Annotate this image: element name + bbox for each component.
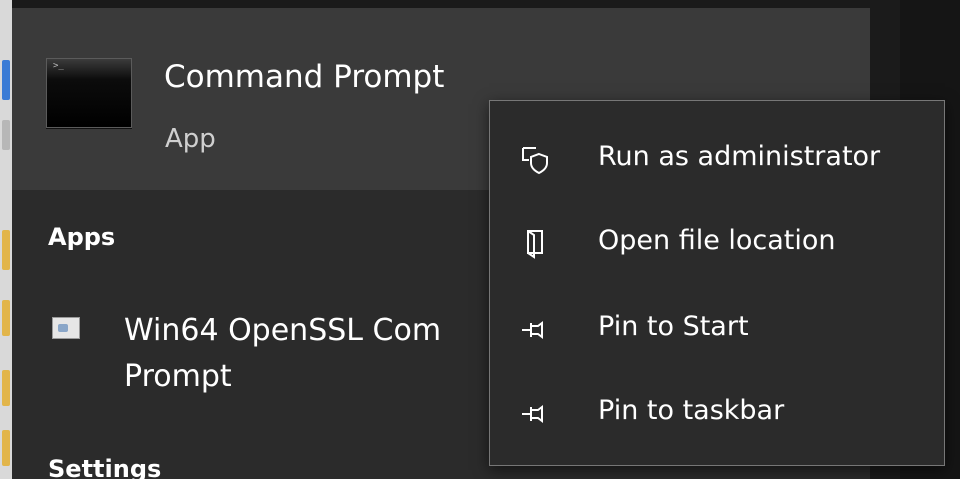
- settings-section-heading: Settings: [48, 455, 162, 479]
- screen: >_ Command Prompt App Apps Win64 OpenSSL…: [0, 0, 960, 479]
- desktop-icon-fragment: [2, 120, 10, 150]
- apps-section-heading: Apps: [48, 223, 116, 251]
- desktop-icon-fragment: [2, 430, 10, 466]
- menu-item-label: Pin to taskbar: [598, 395, 785, 426]
- gear-icon: [58, 324, 68, 332]
- list-item-label-line1: Win64 OpenSSL Com: [124, 313, 442, 348]
- menu-item-open-file-location[interactable]: Open file location: [490, 201, 944, 285]
- best-match-title: Command Prompt: [164, 59, 445, 95]
- list-item-label: Win64 OpenSSL Com Prompt: [124, 308, 524, 400]
- open-file-location-icon: [520, 229, 550, 259]
- top-edge: [12, 0, 870, 8]
- desktop-icon-fragment: [2, 230, 10, 270]
- menu-item-pin-to-start[interactable]: Pin to Start: [490, 287, 944, 371]
- run-as-admin-shield-icon: [520, 145, 550, 175]
- pin-icon: [520, 315, 550, 345]
- menu-item-label: Run as administrator: [598, 141, 881, 172]
- menu-item-run-as-administrator[interactable]: Run as administrator: [490, 117, 944, 201]
- command-prompt-icon: >_: [46, 58, 132, 128]
- best-match-type: App: [165, 124, 216, 154]
- list-item-label-line2: Prompt: [124, 359, 232, 394]
- prompt-glyph: >_: [53, 61, 64, 71]
- context-menu: Run as administrator Open file location …: [489, 100, 945, 466]
- pin-icon: [520, 399, 550, 429]
- desktop-icon-fragment: [2, 60, 10, 100]
- menu-item-label: Pin to Start: [598, 311, 749, 342]
- menu-item-label: Open file location: [598, 225, 836, 256]
- desktop-icon-fragment: [2, 370, 10, 406]
- openssl-app-icon: [52, 317, 80, 339]
- desktop-background-edge: [0, 0, 12, 479]
- desktop-icon-fragment: [2, 300, 10, 336]
- menu-item-pin-to-taskbar[interactable]: Pin to taskbar: [490, 371, 944, 455]
